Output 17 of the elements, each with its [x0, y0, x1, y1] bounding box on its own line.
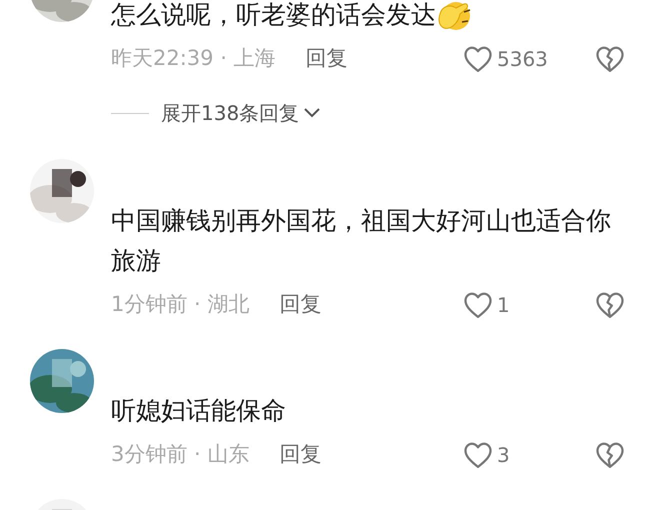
heart-icon[interactable]: [463, 441, 493, 469]
expand-replies-button[interactable]: 展开138条回复: [161, 98, 322, 128]
reply-button[interactable]: 回复: [306, 43, 348, 75]
chevron-down-icon: [303, 107, 322, 119]
like-count: 5363: [497, 46, 548, 73]
heart-icon[interactable]: [463, 291, 493, 319]
comment-meta: 1分钟前 · 湖北: [111, 291, 250, 318]
like-count: 1: [497, 292, 510, 319]
reply-button[interactable]: 回复: [279, 439, 322, 471]
like-count: 3: [497, 442, 510, 469]
comment-text: 中国赚钱别再外国花，祖国大好河山也适合你旅游: [111, 205, 611, 277]
comment-meta: 昨天22:39 · 上海: [111, 45, 276, 72]
comment-text: 怎么说呢，听老婆的话会发达: [111, 0, 611, 35]
reply-button[interactable]: 回复: [279, 289, 322, 321]
comment-text: 听媳妇话能保命: [111, 395, 287, 427]
heart-icon[interactable]: [463, 45, 493, 73]
comment-meta: 3分钟前 · 山东: [111, 441, 250, 468]
